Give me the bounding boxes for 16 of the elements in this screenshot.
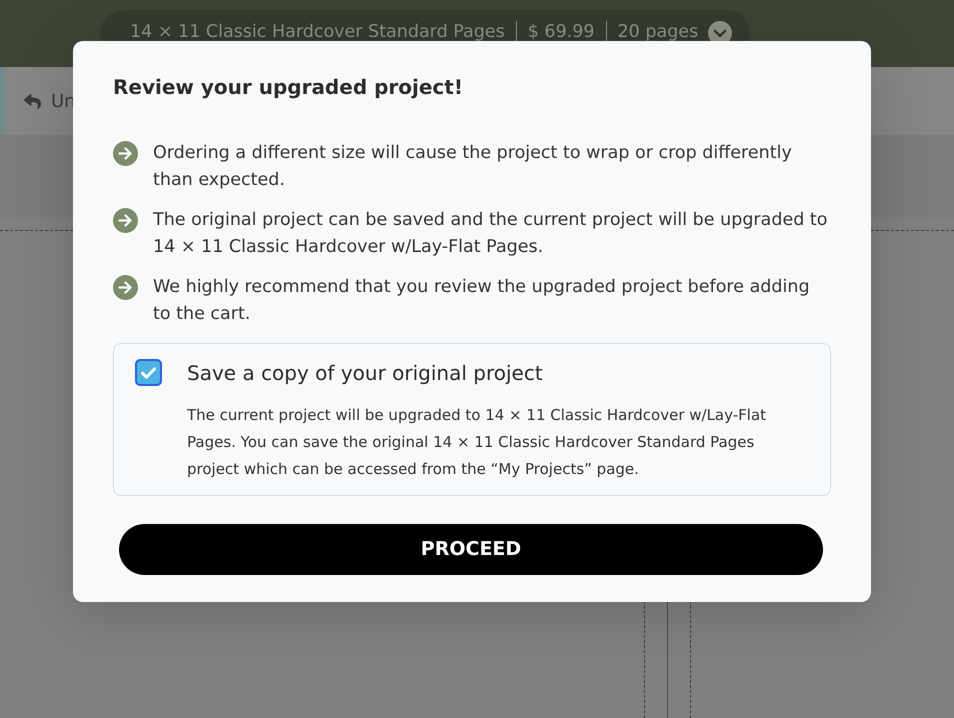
- page-count: 20 pages: [618, 21, 698, 44]
- arrow-right-circle-icon: [113, 141, 138, 166]
- product-price: $ 69.99: [528, 21, 595, 44]
- save-copy-description: The current project will be upgraded to 14 × 11 Classic Hardcover w/Lay-Flat Pages. You can save the original 14 × 11 Classic Hardcover Standard Pages project which can be accessed from the “My Projects” page.: [187, 405, 768, 480]
- bullet-text: Ordering a different size will cause the project to wrap or crop differently than expected.: [153, 142, 793, 192]
- checkbox[interactable]: [135, 359, 162, 386]
- arrow-right-circle-icon: [113, 208, 138, 233]
- bullet-text: The original project can be saved and the current project will be upgraded to 14 × 11 Classic Hardcover w/Lay-Flat Pages.: [153, 209, 828, 259]
- curved-arrow-icon: [23, 92, 42, 110]
- arrow-right-circle-icon: [113, 275, 138, 300]
- product-name: 14 × 11 Classic Hardcover Standard Pages: [130, 21, 505, 44]
- bullet-text: We highly recommend that you review the upgraded project before adding to the cart.: [153, 276, 811, 326]
- dialog-title: Review your upgraded project!: [113, 74, 464, 101]
- proceed-button[interactable]: PROCEED: [119, 524, 823, 575]
- check-icon: [141, 366, 156, 378]
- save-copy-label: Save a copy of your original project: [187, 360, 544, 387]
